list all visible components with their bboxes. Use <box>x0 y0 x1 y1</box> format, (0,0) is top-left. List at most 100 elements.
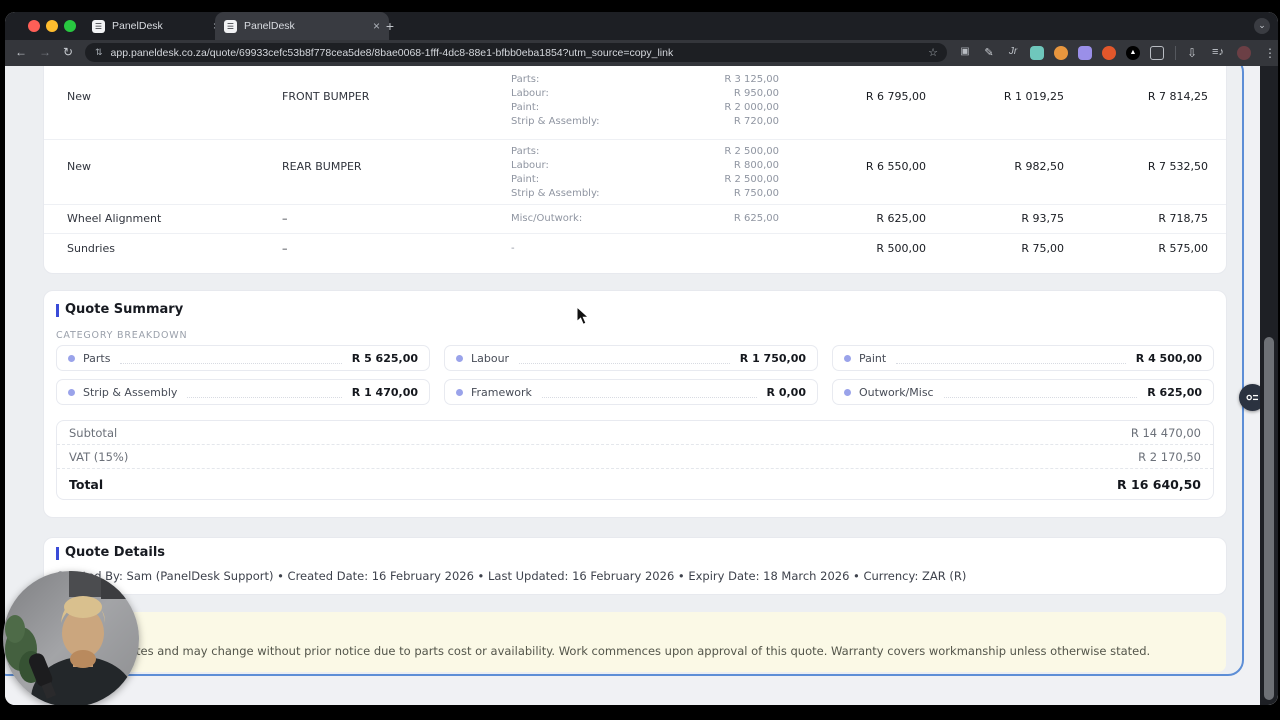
quote-details-meta: Created By: Sam (PanelDesk Support) • Cr… <box>56 569 966 583</box>
tab-close-icon[interactable]: × <box>373 20 380 32</box>
row-description: REAR BUMPER <box>282 160 362 173</box>
fox-extension-icon[interactable] <box>1102 46 1116 60</box>
play-extension-icon[interactable]: ▲ <box>1126 46 1140 60</box>
total-label: Total <box>69 477 103 492</box>
total-row: Total R 16 640,50 <box>57 469 1213 500</box>
tab-paneldesk-2[interactable]: ☰ PanelDesk × <box>215 12 389 40</box>
clipboard-extension-icon[interactable] <box>1030 46 1044 60</box>
totals-box: Subtotal R 14 470,00 VAT (15%) R 2 170,5… <box>56 420 1214 500</box>
breakdown-value: R 950,00 <box>734 88 779 99</box>
row-description: FRONT BUMPER <box>282 90 369 103</box>
key-list-icon <box>1245 390 1260 405</box>
row-divider <box>44 139 1226 140</box>
vat-label: VAT (15%) <box>69 450 128 464</box>
category-card-parts: Parts R 5 625,00 <box>56 345 430 371</box>
screenshot-extension-icon[interactable]: ▣ <box>958 46 972 60</box>
menu-kebab-icon[interactable]: ⋮ <box>1263 46 1277 60</box>
minimize-window-button[interactable] <box>46 20 58 32</box>
category-breakdown-label: CATEGORY BREAKDOWN <box>56 330 187 341</box>
bookmark-star-icon[interactable]: ☆ <box>928 46 938 59</box>
breakdown-label: Parts: <box>511 74 539 85</box>
reading-list-icon[interactable]: ≡♪ <box>1211 46 1225 60</box>
downloads-icon[interactable]: ⇩ <box>1185 46 1199 60</box>
amount-vat: R 75,00 <box>1021 242 1064 255</box>
scrollbar-thumb[interactable] <box>1264 337 1274 700</box>
breakdown-value: R 2 000,00 <box>724 102 779 113</box>
row-description: – <box>282 242 288 255</box>
zoom-window-button[interactable] <box>64 20 76 32</box>
breakdown-value: R 750,00 <box>734 188 779 199</box>
subtotal-value: R 14 470,00 <box>1131 426 1201 440</box>
forward-icon[interactable]: → <box>39 45 51 59</box>
search-tabs-button[interactable]: ⌄ <box>1254 18 1270 34</box>
paneldesk-favicon: ☰ <box>224 20 237 33</box>
total-value: R 16 640,50 <box>1117 477 1201 492</box>
dotted-leader <box>944 386 1138 398</box>
purple-extension-icon[interactable] <box>1078 46 1092 60</box>
extensions-puzzle-icon[interactable] <box>1150 46 1164 60</box>
category-value: R 0,00 <box>767 386 806 399</box>
breakdown-label: Paint: <box>511 174 539 185</box>
bullet-icon <box>456 389 463 396</box>
category-value: R 4 500,00 <box>1136 352 1202 365</box>
vat-value: R 2 170,50 <box>1138 450 1201 464</box>
bullet-icon <box>68 355 75 362</box>
amount-vat: R 982,50 <box>1014 160 1064 173</box>
disclaimer-text: estimates and may change without prior n… <box>97 644 1150 658</box>
bullet-icon <box>68 389 75 396</box>
dotted-leader <box>519 352 730 364</box>
url-text: app.paneldesk.co.za/quote/69933cefc53b8f… <box>111 47 920 59</box>
row-divider <box>44 204 1226 205</box>
moon-extension-icon[interactable] <box>1054 46 1068 60</box>
toolbar-divider <box>1175 46 1176 60</box>
browser-toolbar: ← → ↻ ⇅ app.paneldesk.co.za/quote/69933c… <box>5 40 1278 66</box>
amount-incl: R 7 814,25 <box>1148 90 1208 103</box>
breakdown-label: Misc/Outwork: <box>511 213 582 224</box>
pen-extension-icon[interactable]: ✎ <box>982 46 996 60</box>
breakdown-label: Strip & Assembly: <box>511 188 600 199</box>
close-window-button[interactable] <box>28 20 40 32</box>
scrollbar-track[interactable] <box>1260 66 1278 705</box>
category-value: R 5 625,00 <box>352 352 418 365</box>
category-label: Parts <box>83 352 110 365</box>
dotted-leader <box>187 386 341 398</box>
site-settings-icon[interactable]: ⇅ <box>95 47 103 58</box>
tab-title: PanelDesk <box>112 20 163 32</box>
amount-vat: R 93,75 <box>1021 212 1064 225</box>
category-card-framework: Framework R 0,00 <box>444 379 818 405</box>
breakdown-value: R 2 500,00 <box>724 174 779 185</box>
breakdown-value: R 2 500,00 <box>724 146 779 157</box>
letterbox-top <box>0 0 1280 12</box>
breakdown-label: Parts: <box>511 146 539 157</box>
row-status: Sundries <box>67 242 115 255</box>
subtotal-label: Subtotal <box>69 426 117 440</box>
bullet-icon <box>844 355 851 362</box>
dotted-leader <box>896 352 1126 364</box>
dotted-leader <box>120 352 341 364</box>
category-label: Outwork/Misc <box>859 386 934 399</box>
back-icon[interactable]: ← <box>15 45 27 59</box>
tab-paneldesk-1[interactable]: ☰ PanelDesk × <box>83 12 229 40</box>
row-divider <box>44 233 1226 234</box>
breakdown-value: R 3 125,00 <box>724 74 779 85</box>
row-status: New <box>67 90 91 103</box>
line-items-card: New FRONT BUMPER Parts: R 3 125,00 Labou… <box>43 66 1227 274</box>
tab-title: PanelDesk <box>244 20 295 32</box>
row-status: Wheel Alignment <box>67 212 161 225</box>
bullet-icon <box>456 355 463 362</box>
letterbox-bottom <box>0 705 1280 720</box>
amount-vat: R 1 019,25 <box>1004 90 1064 103</box>
category-card-paint: Paint R 4 500,00 <box>832 345 1214 371</box>
profile-avatar[interactable] <box>1237 46 1251 60</box>
address-bar[interactable]: ⇅ app.paneldesk.co.za/quote/69933cefc53b… <box>85 43 947 62</box>
breakdown-label: Strip & Assembly: <box>511 116 600 127</box>
presenter-webcam-overlay <box>3 571 139 707</box>
font-extension-icon[interactable]: Jr <box>1006 46 1020 60</box>
breakdown-label: Labour: <box>511 160 549 171</box>
category-value: R 625,00 <box>1147 386 1202 399</box>
new-tab-button[interactable]: + <box>382 18 398 34</box>
page-content: New FRONT BUMPER Parts: R 3 125,00 Labou… <box>5 66 1278 705</box>
quote-details-card: Quote Details Created By: Sam (PanelDesk… <box>43 537 1227 595</box>
vat-row: VAT (15%) R 2 170,50 <box>57 445 1213 469</box>
reload-icon[interactable]: ↻ <box>63 45 73 59</box>
